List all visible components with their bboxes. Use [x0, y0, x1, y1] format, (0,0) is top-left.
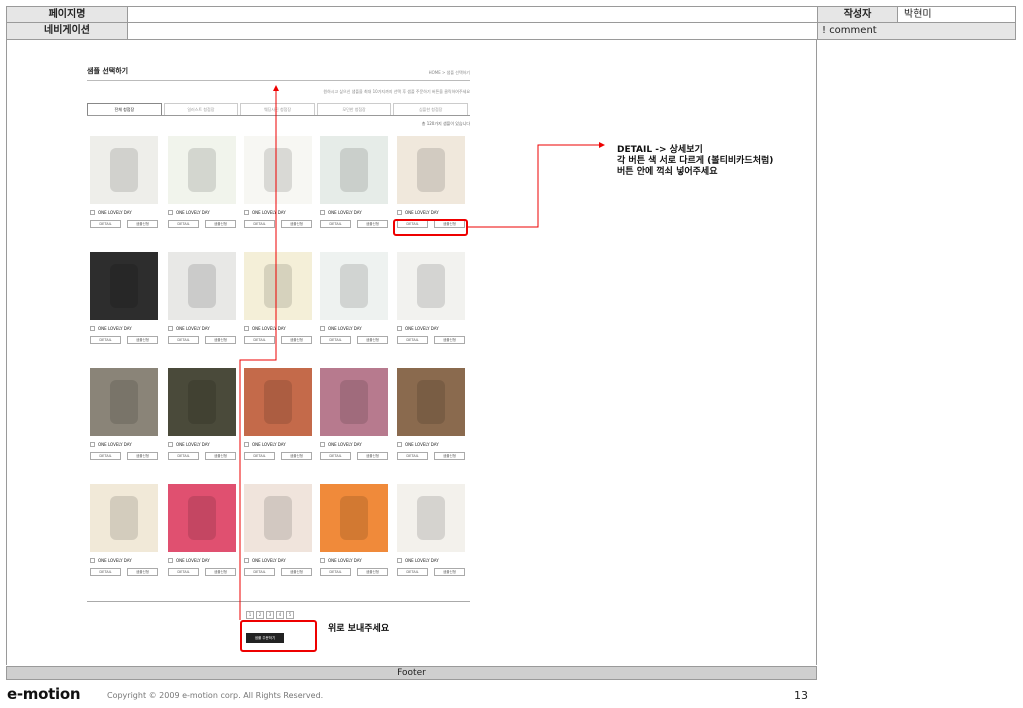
detail-annotation-line [468, 142, 605, 228]
annotation-lines [239, 85, 605, 620]
copyright: Copyright © 2009 e-motion corp. All Righ… [107, 691, 324, 700]
move-up-annotation-line [239, 85, 279, 620]
page-number: 13 [794, 689, 808, 702]
detail-note-line2: 각 버튼 색 서로 다르게 (볼티비카드처럼) [617, 156, 774, 166]
detail-note: DETAIL -> 상세보기 각 버튼 색 서로 다르게 (볼티비카드처럼) 버… [617, 145, 773, 178]
footer-bar: Footer [6, 666, 817, 680]
brand-logo: e-motion [7, 685, 81, 703]
detail-button-highlight [393, 219, 468, 236]
detail-note-line1: DETAIL -> 상세보기 [617, 145, 703, 155]
apply-button-highlight [240, 620, 317, 652]
detail-note-line3: 버튼 안에 꺽쇠 넣어주세요 [617, 167, 718, 177]
move-up-note: 위로 보내주세요 [328, 624, 390, 634]
